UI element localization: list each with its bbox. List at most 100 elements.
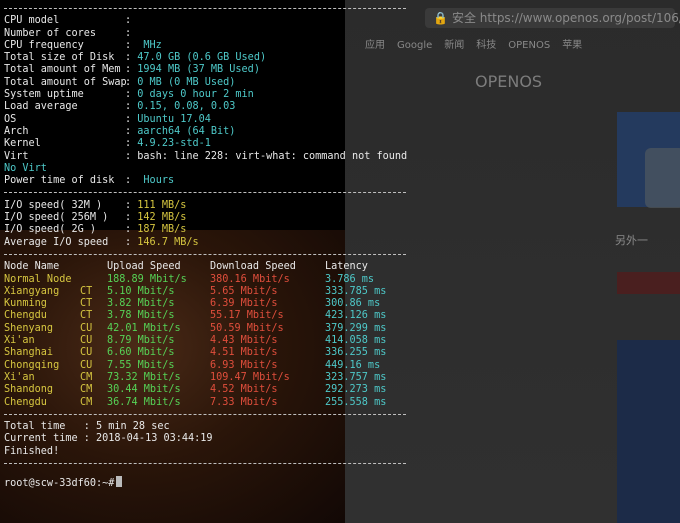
- network-row: Chengdu CM 36.74 Mbit/s 7.33 Mbit/s 255.558 …: [4, 397, 680, 409]
- sysinfo-value: aarch64 (64 Bit): [137, 125, 236, 137]
- sysinfo-key: Total amount of Swap: [4, 76, 127, 88]
- network-row: Chongqing CU 7.55 Mbit/s 6.93 Mbit/s 449.16 …: [4, 360, 680, 372]
- latency: 336.255 ms: [325, 347, 387, 359]
- upload-speed: 73.32 Mbit/s: [107, 371, 181, 383]
- io-key: Average I/O speed: [4, 236, 109, 248]
- latency: 300.86 ms: [325, 298, 381, 310]
- separator: :: [125, 27, 132, 39]
- separator: :: [125, 89, 132, 101]
- terminal-output[interactable]: CPU model: Number of cores: CPU frequenc…: [0, 0, 680, 523]
- header-node: Node Name: [4, 261, 60, 273]
- sysinfo-key: Arch: [4, 125, 29, 137]
- shell-prompt-line[interactable]: root@scw-33df60:~#: [4, 476, 680, 490]
- node-name: Chengdu CM: [4, 397, 107, 409]
- sysinfo-line: Arch: aarch64 (64 Bit): [4, 126, 680, 138]
- upload-speed: 8.79 Mbit/s: [107, 335, 175, 347]
- node-city: Chengdu: [4, 310, 47, 322]
- sysinfo-key: Number of cores: [4, 27, 97, 39]
- io-value: 142 MB/s: [137, 212, 187, 224]
- sysinfo-line: Total size of Disk: 47.0 GB (0.6 GB Used…: [4, 52, 680, 64]
- sysinfo-key: Virt: [4, 150, 29, 162]
- node-city: Xiangyang: [4, 285, 60, 297]
- network-row: Shandong CM 30.44 Mbit/s 4.52 Mbit/s 292.273…: [4, 384, 680, 396]
- download-speed: 7.33 Mbit/s: [210, 396, 278, 408]
- network-row: Kunming CT 3.82 Mbit/s 6.39 Mbit/s 300.86 ms: [4, 298, 680, 310]
- node-name: Shenyang CU: [4, 323, 107, 335]
- node-isp: CT: [80, 310, 93, 322]
- node-name: Shandong CM: [4, 384, 107, 396]
- node-city: Normal Node: [4, 273, 72, 285]
- io-key: I/O speed( 256M ): [4, 212, 109, 224]
- sysinfo-line: Total amount of Swap: 0 MB (0 MB Used): [4, 77, 680, 89]
- power-time-value: Hours: [143, 175, 175, 187]
- sysinfo-key: System uptime: [4, 89, 84, 101]
- network-header: Node Name Upload Speed Download Speed Laten…: [4, 261, 680, 273]
- download-speed: 380.16 Mbit/s: [210, 273, 290, 285]
- finished-message: Finished!: [4, 445, 60, 457]
- node-name: Xi'an CU: [4, 335, 107, 347]
- download-speed: 55.17 Mbit/s: [210, 310, 284, 322]
- current-time: Current time : 2018-04-13 03:44:19: [4, 433, 213, 445]
- io-line: I/O speed( 256M ): 142 MB/s: [4, 212, 187, 224]
- sysinfo-value: 47.0 GB (0.6 GB Used): [137, 52, 267, 64]
- download-speed: 109.47 Mbit/s: [210, 371, 290, 383]
- network-row: Xi'an CM 73.32 Mbit/s 109.47 Mbit/s 323.757 …: [4, 372, 680, 384]
- io-speed-block: I/O speed( 32M ): 111 MB/s I/O speed( 256…: [4, 200, 680, 249]
- node-isp: CM: [80, 371, 93, 383]
- node-isp: CU: [80, 347, 93, 359]
- latency: 3.786 ms: [325, 273, 375, 285]
- node-city: Shanghai: [4, 347, 54, 359]
- sysinfo-key: OS: [4, 113, 17, 125]
- upload-speed: 3.78 Mbit/s: [107, 310, 175, 322]
- separator: :: [125, 101, 132, 113]
- sysinfo-line: CPU frequency: MHz: [4, 40, 680, 52]
- upload-speed: 6.60 Mbit/s: [107, 347, 175, 359]
- io-line: I/O speed( 2G ): 187 MB/s: [4, 224, 187, 236]
- download-speed: 6.93 Mbit/s: [210, 359, 278, 371]
- separator: :: [125, 64, 132, 76]
- sysinfo-key: Kernel: [4, 138, 41, 150]
- node-isp: CT: [80, 285, 93, 297]
- node-city: Xi'an: [4, 371, 35, 383]
- separator: :: [125, 175, 132, 187]
- header-download: Download Speed: [210, 261, 296, 273]
- shell-prompt: root@scw-33df60:~#: [4, 478, 115, 490]
- download-speed: 4.51 Mbit/s: [210, 347, 278, 359]
- latency: 423.126 ms: [325, 310, 387, 322]
- node-isp: CT: [80, 298, 93, 310]
- network-row: Normal Node 188.89 Mbit/s 380.16 Mbit/s 3.7…: [4, 274, 680, 286]
- upload-speed: 3.82 Mbit/s: [107, 298, 175, 310]
- node-name: Xiangyang CT: [4, 286, 107, 298]
- io-line: I/O speed( 32M ): 111 MB/s: [4, 199, 187, 211]
- separator: :: [125, 15, 132, 27]
- divider: [4, 187, 680, 199]
- network-row: Chengdu CT 3.78 Mbit/s 55.17 Mbit/s 423.126 …: [4, 310, 680, 322]
- node-isp: CM: [80, 396, 93, 408]
- node-name: Chongqing CU: [4, 360, 107, 372]
- system-info-block: CPU model: Number of cores: CPU frequenc…: [4, 15, 680, 163]
- separator: :: [125, 125, 132, 137]
- node-name: Shanghai CU: [4, 347, 107, 359]
- io-value: 187 MB/s: [137, 224, 187, 236]
- separator: :: [125, 138, 132, 150]
- sysinfo-value: bash: line 228: virt-what: command not f…: [137, 150, 408, 162]
- network-row: Xi'an CU 8.79 Mbit/s 4.43 Mbit/s 414.058 ms: [4, 335, 680, 347]
- sysinfo-line: Load average: 0.15, 0.08, 0.03: [4, 101, 680, 113]
- node-city: Kunming: [4, 298, 47, 310]
- latency: 323.757 ms: [325, 371, 387, 383]
- download-speed: 4.43 Mbit/s: [210, 335, 278, 347]
- node-isp: CU: [80, 322, 93, 334]
- io-value: 111 MB/s: [137, 199, 187, 211]
- upload-speed: 7.55 Mbit/s: [107, 359, 175, 371]
- node-name: Chengdu CT: [4, 310, 107, 322]
- sysinfo-line: Number of cores:: [4, 28, 680, 40]
- node-name: Normal Node: [4, 274, 107, 286]
- sysinfo-key: CPU frequency: [4, 39, 84, 51]
- latency: 255.558 ms: [325, 396, 387, 408]
- node-isp: CU: [80, 359, 93, 371]
- sysinfo-line: Total amount of Mem: 1994 MB (37 MB Used…: [4, 64, 680, 76]
- sysinfo-line: Kernel: 4.9.23-std-1: [4, 138, 680, 150]
- upload-speed: 42.01 Mbit/s: [107, 322, 181, 334]
- io-value: 146.7 MB/s: [137, 236, 199, 248]
- network-row: Shanghai CU 6.60 Mbit/s 4.51 Mbit/s 336.255 …: [4, 347, 680, 359]
